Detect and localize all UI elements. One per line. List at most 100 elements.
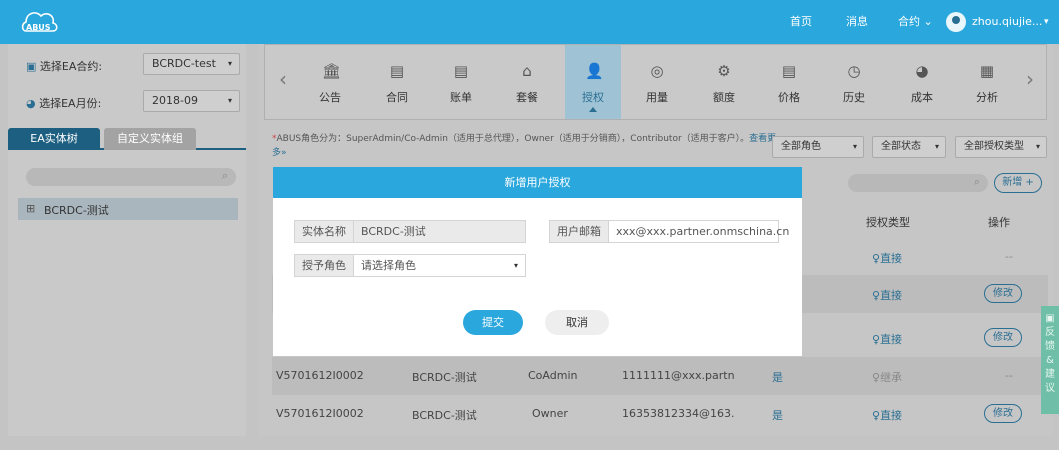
tool-analysis[interactable]: ▦ 分析 <box>959 45 1015 119</box>
search-icon[interactable]: ⌕ <box>974 175 980 189</box>
contract-label: ▣ 选择EA合约: <box>26 58 102 74</box>
user-icon: ♀ <box>872 252 881 265</box>
id-cell: V5701612I0002 <box>276 369 364 382</box>
abus-logo[interactable]: ABUS <box>20 5 60 39</box>
feedback-text: 反 <box>1045 327 1055 338</box>
status-filter-select[interactable]: 全部状态 ▾ <box>872 136 946 158</box>
entity-name-value: BCRDC-测试 <box>354 221 525 242</box>
user-email-label: 用户邮箱 <box>550 221 609 242</box>
tool-label: 价格 <box>778 91 800 104</box>
tool-label: 公告 <box>319 91 341 104</box>
active-indicator <box>589 107 597 112</box>
gauge-icon: ◎ <box>650 62 664 80</box>
nav-home[interactable]: 首页 <box>790 0 812 44</box>
analysis-icon: ▦ <box>979 62 995 80</box>
user-menu-caret-icon[interactable]: ▾ <box>1044 0 1049 44</box>
tool-label: 分析 <box>976 91 998 104</box>
role-note-text: ABUS角色分为：SuperAdmin/Co-Admin（适用于总代理），Own… <box>276 134 750 144</box>
tool-authorization[interactable]: 👤 授权 <box>565 45 621 119</box>
nav-messages[interactable]: 消息 <box>846 0 868 44</box>
tree-item-bcrdc[interactable]: ⊞ BCRDC-测试 <box>18 198 238 220</box>
tab-custom-group[interactable]: 自定义实体组 <box>104 128 196 150</box>
table-row: V5701612I0002 BCRDC-测试 Owner 16353812334… <box>272 395 1048 433</box>
bill-icon: ▤ <box>453 62 469 80</box>
user-icon: ♀ <box>872 371 881 384</box>
month-label: ◕ 选择EA月份: <box>26 95 101 111</box>
id-cell: V5701612I0002 <box>276 407 364 420</box>
status-filter-value: 全部状态 <box>881 141 921 152</box>
search-icon[interactable]: ⌕ <box>222 169 228 183</box>
submit-button[interactable]: 提交 <box>463 310 523 335</box>
role-filter-value: 全部角色 <box>781 141 821 152</box>
auth-type-cell: ♀继承 <box>872 371 903 384</box>
action-cell: -- <box>1005 369 1013 382</box>
edit-button[interactable]: 修改 <box>984 328 1022 347</box>
tool-package[interactable]: ⌂ 套餐 <box>499 45 555 119</box>
month-select[interactable]: 2018-09 ▾ <box>143 90 240 112</box>
tool-usage[interactable]: ◎ 用量 <box>629 45 685 119</box>
tool-label: 套餐 <box>516 91 538 104</box>
tool-announcement[interactable]: 🏛 公告 <box>302 45 358 119</box>
flag-cell: 是 <box>772 409 783 422</box>
module-toolbar: ‹ 🏛 公告 ▤ 合同 ▤ 账单 ⌂ 套餐 👤 授权 ◎ 用量 ⚙ 额度 ▤ 价格 ◷ 历史 ◕ 成… <box>264 44 1047 120</box>
role-filter-select[interactable]: 全部角色 ▾ <box>772 136 864 158</box>
tool-label: 授权 <box>582 91 604 104</box>
action-cell: -- <box>1005 250 1013 263</box>
package-icon: ⌂ <box>522 62 532 80</box>
tool-price[interactable]: ▤ 价格 <box>761 45 817 119</box>
entity-cell: BCRDC-测试 <box>412 409 477 422</box>
tool-bill[interactable]: ▤ 账单 <box>433 45 489 119</box>
calendar-icon: ▣ <box>26 60 40 73</box>
price-icon: ▤ <box>781 62 797 80</box>
quota-icon: ⚙ <box>717 62 731 80</box>
grid-search-input[interactable]: ⌕ <box>848 174 988 192</box>
toolbar-prev-icon[interactable]: ‹ <box>279 67 287 91</box>
user-icon: ♀ <box>872 409 881 422</box>
add-authorization-button[interactable]: 新增 + <box>994 173 1042 193</box>
logo-text: ABUS <box>26 23 51 32</box>
tool-cost[interactable]: ◕ 成本 <box>894 45 950 119</box>
feedback-text: 议 <box>1045 383 1055 394</box>
cancel-button[interactable]: 取消 <box>545 310 609 335</box>
auth-type-cell: ♀直接 <box>872 289 903 302</box>
tool-contract[interactable]: ▤ 合同 <box>369 45 425 119</box>
auth-type-filter-value: 全部授权类型 <box>964 141 1024 152</box>
pie-chart-icon: ◕ <box>915 62 929 80</box>
chevron-down-icon: ▾ <box>852 142 857 151</box>
tool-quota[interactable]: ⚙ 额度 <box>696 45 752 119</box>
user-avatar[interactable] <box>946 12 966 32</box>
nav-contract-menu[interactable]: 合约 ⌄ <box>898 0 933 44</box>
tab-ea-entity-tree[interactable]: EA实体树 <box>8 128 100 150</box>
entity-name-field: 实体名称 BCRDC-测试 <box>294 220 526 243</box>
toolbar-next-icon[interactable]: › <box>1026 67 1034 91</box>
expand-icon[interactable]: ⊞ <box>26 202 35 215</box>
dialog-title: 新增用户授权 <box>273 167 802 198</box>
column-header-auth-type: 授权类型 <box>866 216 910 229</box>
auth-type-cell: ♀直接 <box>872 333 903 346</box>
user-email-value[interactable]: xxx@xxx.partner.onmschina.cn <box>609 221 796 242</box>
chevron-down-icon: ▾ <box>934 142 939 151</box>
tool-label: 账单 <box>450 91 472 104</box>
role-select[interactable]: 授予角色 请选择角色 ▾ <box>294 254 526 277</box>
contract-select[interactable]: BCRDC-test ▾ <box>143 53 240 75</box>
tool-label: 额度 <box>713 91 735 104</box>
entity-search-input[interactable]: ⌕ <box>26 168 236 186</box>
entity-name-label: 实体名称 <box>295 221 354 242</box>
user-name[interactable]: zhou.qiujie... <box>972 0 1042 44</box>
contract-label-text: 选择EA合约: <box>39 60 103 73</box>
role-placeholder: 请选择角色 <box>361 259 416 272</box>
feedback-tab[interactable]: ▣ 反 馈 & 建 议 <box>1041 306 1059 414</box>
user-email-field[interactable]: 用户邮箱 xxx@xxx.partner.onmschina.cn <box>549 220 789 243</box>
tool-label: 历史 <box>843 91 865 104</box>
table-row: V5701612I0002 BCRDC-测试 CoAdmin 1111111@x… <box>272 357 1048 395</box>
user-icon: ♀ <box>872 333 881 346</box>
edit-button[interactable]: 修改 <box>984 404 1022 423</box>
auth-type-filter-select[interactable]: 全部授权类型 ▾ <box>955 136 1047 158</box>
tool-label: 用量 <box>646 91 668 104</box>
document-icon: ▤ <box>389 62 405 80</box>
history-icon: ◷ <box>847 62 861 80</box>
edit-button[interactable]: 修改 <box>984 284 1022 303</box>
tool-history[interactable]: ◷ 历史 <box>826 45 882 119</box>
bank-icon: 🏛 <box>322 62 342 80</box>
entity-cell: BCRDC-测试 <box>412 371 477 384</box>
